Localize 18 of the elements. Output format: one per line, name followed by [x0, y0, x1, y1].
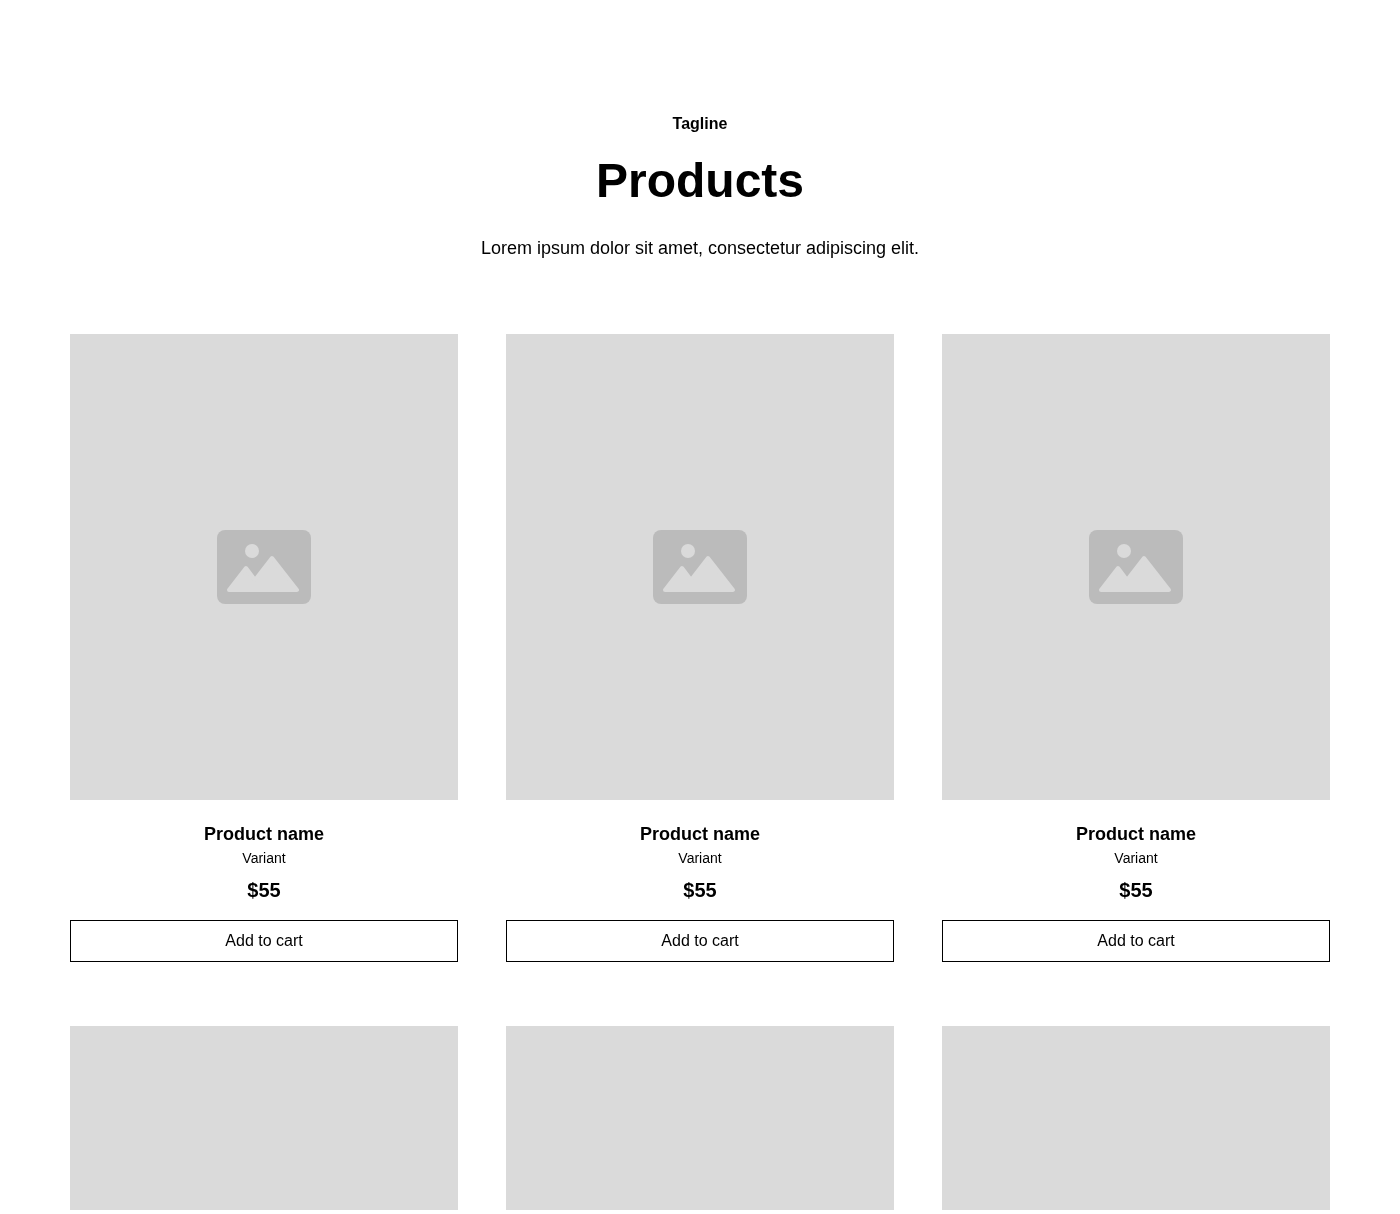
product-price: $55 [683, 877, 717, 903]
add-to-cart-button[interactable]: Add to cart [506, 919, 894, 962]
page-title: Products [596, 153, 804, 209]
product-variant: Variant [242, 848, 286, 868]
image-icon [653, 529, 747, 604]
product-name: Product name [204, 822, 324, 846]
product-variant: Variant [678, 848, 722, 868]
product-price: $55 [247, 877, 281, 903]
tagline: Tagline [672, 114, 728, 134]
product-name: Product name [640, 822, 760, 846]
product-variant: Variant [1114, 848, 1158, 868]
add-to-cart-button[interactable]: Add to cart [942, 919, 1330, 962]
product-price: $55 [1119, 877, 1153, 903]
image-icon [1089, 529, 1183, 604]
add-to-cart-button[interactable]: Add to cart [70, 919, 458, 962]
page-description: Lorem ipsum dolor sit amet, consectetur adipiscing elit. [480, 236, 920, 260]
product-name: Product name [1076, 822, 1196, 846]
image-icon [217, 529, 311, 604]
